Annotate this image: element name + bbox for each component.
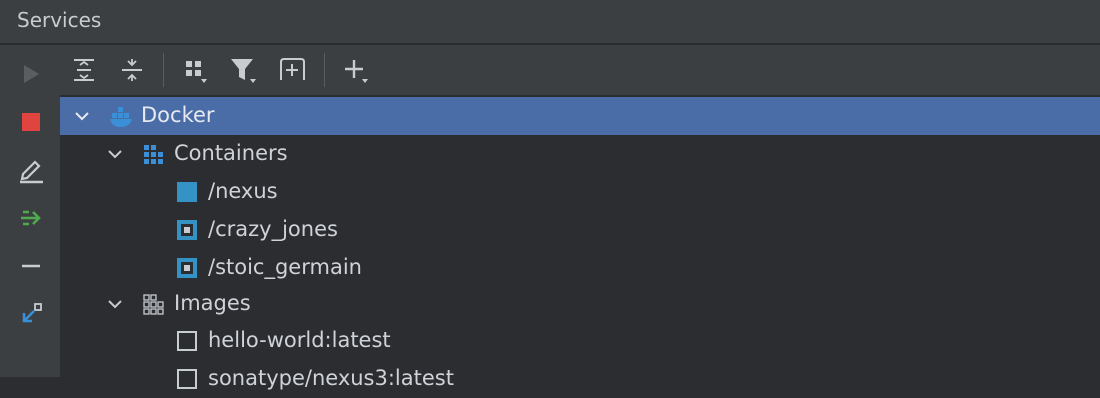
minus-icon: [22, 264, 40, 268]
tree-item-image[interactable]: hello-world:latest: [60, 322, 1100, 360]
containers-icon: [144, 145, 163, 164]
chevron-down-icon[interactable]: [106, 295, 124, 313]
tree-node-docker[interactable]: Docker: [60, 97, 1100, 135]
chevron-down-icon[interactable]: [106, 145, 124, 163]
tree-label-containers: Containers: [174, 141, 288, 165]
collapse-all-icon: [122, 59, 142, 81]
container-stopped-icon: [177, 220, 197, 240]
panel-title: Services: [17, 8, 102, 32]
filter-button[interactable]: [228, 54, 260, 86]
filter-icon: [231, 59, 256, 83]
expand-all-button[interactable]: [68, 54, 100, 86]
deploy-button[interactable]: [16, 203, 46, 233]
group-by-icon: [186, 61, 207, 83]
deploy-icon: [21, 210, 41, 226]
tree-label-container: /stoic_germain: [208, 255, 362, 279]
docker-icon: [110, 107, 132, 127]
restore-layout-button[interactable]: [16, 299, 46, 329]
add-icon: [345, 60, 368, 83]
tree-label-container: /nexus: [208, 179, 278, 203]
toolbar-separator: [163, 53, 164, 87]
container-running-icon: [177, 182, 197, 202]
images-icon: [143, 294, 164, 315]
container-stopped-icon: [177, 258, 197, 278]
tree-node-images[interactable]: Images: [60, 285, 1100, 323]
tree-node-containers[interactable]: Containers: [60, 135, 1100, 173]
tree-item-container[interactable]: /crazy_jones: [60, 211, 1100, 249]
tree-label-image: sonatype/nexus3:latest: [208, 366, 454, 390]
services-tree: Docker Containers /nexus /crazy_jones /s…: [60, 95, 1100, 390]
tree-label-docker: Docker: [141, 103, 215, 127]
expand-all-icon: [74, 59, 94, 81]
chevron-down-icon[interactable]: [73, 107, 91, 125]
toolbar-separator: [324, 53, 325, 87]
new-tab-icon: [280, 58, 305, 80]
edit-button[interactable]: [16, 155, 46, 185]
add-button[interactable]: [340, 54, 372, 86]
tree-item-container[interactable]: /nexus: [60, 173, 1100, 211]
services-toolbar: [60, 45, 1100, 95]
edit-icon: [20, 160, 43, 184]
tree-item-container[interactable]: /stoic_germain: [60, 249, 1100, 287]
run-icon: [24, 65, 39, 83]
tree-label-image: hello-world:latest: [208, 328, 391, 352]
tree-item-image[interactable]: sonatype/nexus3:latest: [60, 360, 1100, 398]
stop-button[interactable]: [16, 107, 46, 137]
new-tab-button[interactable]: [276, 54, 308, 86]
group-by-button[interactable]: [180, 54, 212, 86]
services-title-bar: Services: [0, 0, 1100, 44]
collapse-all-button[interactable]: [116, 54, 148, 86]
image-icon: [177, 369, 197, 389]
run-button[interactable]: [16, 59, 46, 89]
left-toolbar: [0, 45, 60, 377]
tree-label-images: Images: [174, 291, 251, 315]
tree-label-container: /crazy_jones: [208, 217, 338, 241]
collapse-button[interactable]: [16, 251, 46, 281]
restore-layout-icon: [22, 303, 42, 323]
stop-icon: [22, 113, 40, 131]
image-icon: [177, 331, 197, 351]
